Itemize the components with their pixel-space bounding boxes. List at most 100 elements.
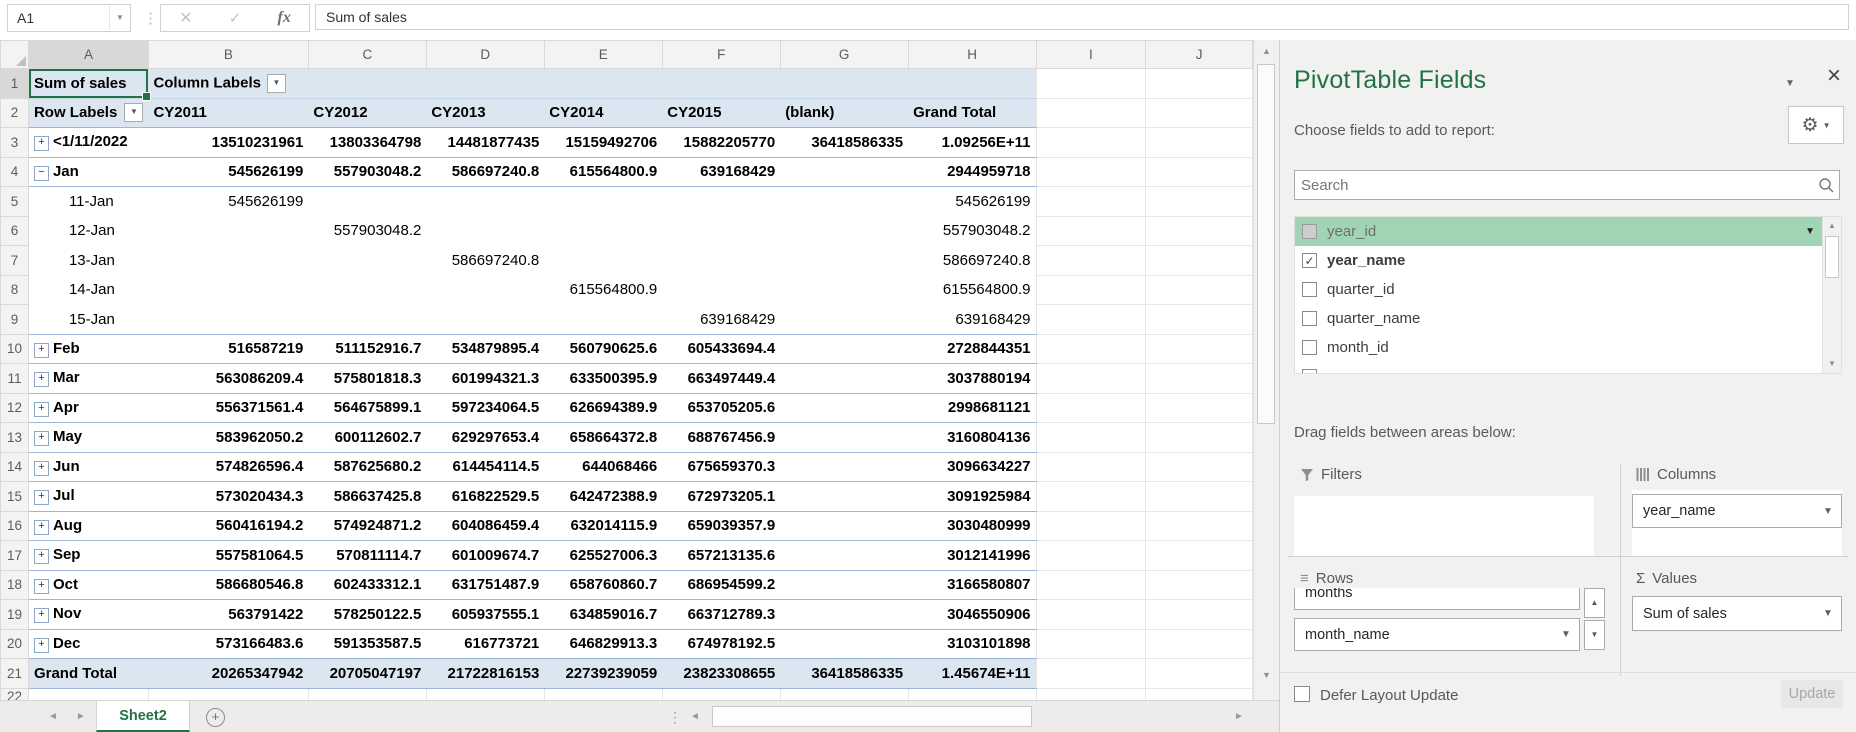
- cell-H5[interactable]: 545626199: [908, 186, 1037, 216]
- cell-F9[interactable]: 639168429: [662, 304, 781, 335]
- cell-G7[interactable]: [780, 245, 909, 275]
- formula-input[interactable]: Sum of sales: [315, 4, 1849, 30]
- cell-C16[interactable]: 574924871.2: [308, 511, 427, 541]
- cell-F4[interactable]: 639168429: [662, 157, 781, 187]
- cell-B22[interactable]: [147, 687, 309, 700]
- select-all-corner[interactable]: [0, 40, 29, 69]
- cancel-entry-icon[interactable]: ✕: [179, 8, 192, 28]
- field-checkbox-quarter_id[interactable]: [1302, 282, 1317, 297]
- cell-G20[interactable]: [780, 629, 909, 659]
- cell-D10[interactable]: 534879895.4: [426, 334, 545, 364]
- cell-C13[interactable]: 600112602.7: [308, 422, 427, 453]
- cell-E19[interactable]: 634859016.7: [544, 599, 663, 630]
- cell-I5[interactable]: [1035, 186, 1147, 217]
- column-header-G[interactable]: G: [779, 40, 909, 69]
- cell-F19[interactable]: 663712789.3: [662, 599, 781, 630]
- cell-G4[interactable]: [780, 157, 909, 187]
- cell-H8[interactable]: 615564800.9: [908, 275, 1037, 305]
- cell-F17[interactable]: 657213135.6: [662, 540, 781, 571]
- field-checkbox-partial[interactable]: [1302, 369, 1317, 373]
- cell-A14[interactable]: + Jun: [28, 452, 149, 482]
- row-header-12[interactable]: 12: [0, 392, 29, 423]
- cell-C5[interactable]: [308, 186, 427, 216]
- expand-icon[interactable]: +: [33, 342, 49, 358]
- cell-F10[interactable]: 605433694.4: [662, 334, 781, 364]
- cell-J4[interactable]: [1145, 156, 1253, 187]
- cell-E21[interactable]: 22739239059: [544, 658, 663, 689]
- cell-I14[interactable]: [1035, 451, 1147, 482]
- cell-G13[interactable]: [780, 422, 909, 453]
- cell-B17[interactable]: 557581064.5: [148, 540, 309, 571]
- cell-C14[interactable]: 587625680.2: [308, 452, 427, 482]
- cell-H21[interactable]: 1.45674E+11: [908, 658, 1037, 689]
- cell-C1[interactable]: [308, 68, 427, 99]
- column-header-I[interactable]: I: [1035, 40, 1147, 69]
- cell-F16[interactable]: 659039357.9: [662, 511, 781, 541]
- cell-J14[interactable]: [1145, 451, 1253, 482]
- cell-E6[interactable]: [544, 216, 663, 246]
- cell-H7[interactable]: 586697240.8: [908, 245, 1037, 275]
- cell-G15[interactable]: [780, 481, 909, 512]
- field-year_name[interactable]: ✓ year_name: [1295, 246, 1841, 275]
- cell-H12[interactable]: 2998681121: [908, 393, 1037, 423]
- row-header-4[interactable]: 4: [0, 156, 29, 187]
- cell-B14[interactable]: 574826596.4: [148, 452, 309, 482]
- field-list-scroll-down-icon[interactable]: ▼: [1823, 355, 1841, 373]
- selection-fill-handle[interactable]: [142, 91, 152, 101]
- cell-I6[interactable]: [1035, 215, 1147, 246]
- row-header-1[interactable]: 1: [0, 68, 29, 99]
- cell-C8[interactable]: [308, 275, 427, 305]
- cell-D4[interactable]: 586697240.8: [426, 157, 545, 187]
- cell-H16[interactable]: 3030480999: [908, 511, 1037, 541]
- cell-D13[interactable]: 629297653.4: [426, 422, 545, 453]
- cell-F7[interactable]: [662, 245, 781, 275]
- field-list-scrollbar[interactable]: ▲ ▼: [1822, 217, 1841, 373]
- cell-B21[interactable]: 20265347942: [148, 658, 309, 689]
- cell-J10[interactable]: [1145, 333, 1253, 364]
- field-quarter_id[interactable]: quarter_id: [1295, 275, 1841, 304]
- cell-G10[interactable]: [780, 334, 909, 364]
- cell-D9[interactable]: [426, 304, 545, 335]
- formula-bar-splitter-icon[interactable]: ⋮: [143, 9, 158, 27]
- cell-F2[interactable]: CY2015: [662, 98, 781, 128]
- cell-J22[interactable]: [1145, 687, 1253, 700]
- cell-G16[interactable]: [780, 511, 909, 541]
- row-header-8[interactable]: 8: [0, 274, 29, 305]
- cell-A2[interactable]: Row Labels ▼: [28, 98, 149, 128]
- cell-J3[interactable]: [1145, 127, 1253, 158]
- cell-E12[interactable]: 626694389.9: [544, 393, 663, 423]
- cell-E11[interactable]: 633500395.9: [544, 363, 663, 394]
- row-header-10[interactable]: 10: [0, 333, 29, 364]
- cell-I22[interactable]: [1035, 687, 1147, 700]
- field-partial[interactable]: [1295, 362, 1841, 373]
- cell-G6[interactable]: [780, 216, 909, 246]
- cell-C22[interactable]: [307, 687, 427, 700]
- cell-H15[interactable]: 3091925984: [908, 481, 1037, 512]
- search-input[interactable]: [1295, 175, 1813, 195]
- cell-I3[interactable]: [1035, 127, 1147, 158]
- cell-B6[interactable]: [148, 216, 309, 246]
- cell-F3[interactable]: 15882205770: [662, 127, 781, 158]
- cell-H2[interactable]: Grand Total: [908, 98, 1037, 128]
- cell-H9[interactable]: 639168429: [908, 304, 1037, 335]
- cell-E14[interactable]: 644068466: [544, 452, 663, 482]
- row-header-16[interactable]: 16: [0, 510, 29, 541]
- cell-D12[interactable]: 597234064.5: [426, 393, 545, 423]
- field-month_id[interactable]: month_id: [1295, 333, 1841, 362]
- cell-I1[interactable]: [1035, 68, 1147, 99]
- cell-A6[interactable]: 12-Jan: [28, 216, 149, 246]
- cell-I10[interactable]: [1035, 333, 1147, 364]
- column-labels-filter-icon[interactable]: ▼: [266, 73, 286, 93]
- cell-C20[interactable]: 591353587.5: [308, 629, 427, 659]
- row-header-11[interactable]: 11: [0, 363, 29, 394]
- cell-C18[interactable]: 602433312.1: [308, 570, 427, 600]
- cell-J15[interactable]: [1145, 481, 1253, 512]
- expand-icon[interactable]: +: [33, 637, 49, 653]
- values-field-sum-of-sales[interactable]: Sum of sales ▼: [1632, 596, 1842, 631]
- cell-G12[interactable]: [780, 393, 909, 423]
- row-header-21[interactable]: 21: [0, 658, 29, 689]
- rows-field-month_name[interactable]: month_name ▼: [1294, 618, 1580, 651]
- cell-C17[interactable]: 570811114.7: [308, 540, 427, 571]
- cell-B10[interactable]: 516587219: [148, 334, 309, 364]
- field-year_id[interactable]: year_id ▼: [1295, 217, 1841, 246]
